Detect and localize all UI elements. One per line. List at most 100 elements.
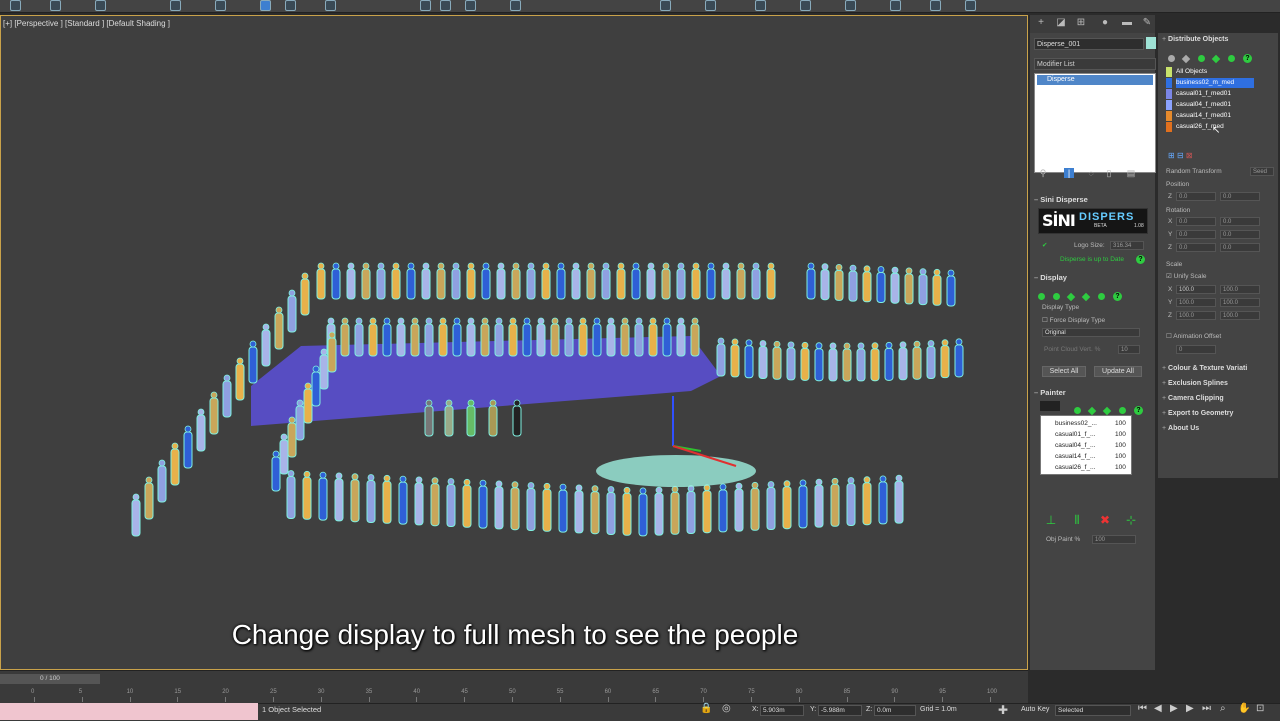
percent-snap-icon[interactable] <box>465 0 476 11</box>
position-z-min-field[interactable]: 0.0 <box>1176 192 1216 201</box>
painter-diamond-icon[interactable] <box>1102 406 1112 416</box>
render-setup-icon[interactable] <box>845 0 856 11</box>
rotation-x-min-field[interactable]: 0.0 <box>1176 217 1216 226</box>
display-tab-icon[interactable]: ▬ <box>1122 18 1132 28</box>
distribute-object-item[interactable]: casual14_f_med01 <box>1176 111 1231 121</box>
distribute-dot-icon[interactable] <box>1228 55 1235 63</box>
display-mode-dropdown[interactable]: Original <box>1042 328 1140 337</box>
angle-snap-icon[interactable] <box>440 0 451 11</box>
logo-size-field[interactable]: 316.34 <box>1110 241 1144 250</box>
display-dot-icon[interactable] <box>1038 293 1045 301</box>
point-cloud-field[interactable]: 10 <box>1118 345 1140 354</box>
exclusion-splines-section[interactable]: Exclusion Splines <box>1162 380 1228 387</box>
distribute-object-item[interactable]: casual01_f_med01 <box>1176 89 1231 99</box>
region-select-icon[interactable] <box>215 0 226 11</box>
scale-icon[interactable] <box>325 0 336 11</box>
select-all-button[interactable]: Select All <box>1042 366 1086 377</box>
go-to-start-icon[interactable]: ⏮ <box>1138 703 1147 714</box>
scale-z-max-field[interactable]: 100.0 <box>1220 311 1260 320</box>
pan-icon[interactable]: ✋ <box>1238 703 1250 714</box>
remove-object-icon[interactable]: ⊠ <box>1186 151 1193 160</box>
help-icon[interactable]: ? <box>1136 255 1145 264</box>
perspective-viewport[interactable]: [+] [Perspective ] [Standard ] [Default … <box>0 15 1028 670</box>
modifier-stack-item[interactable]: Disperse <box>1037 75 1153 85</box>
utilities-tab-icon[interactable]: ✎ <box>1142 18 1152 28</box>
distribute-diamond-icon[interactable] <box>1211 54 1221 64</box>
distribute-object-item[interactable]: All Objects <box>1176 67 1207 77</box>
painter-item-name[interactable]: casual26_f_... <box>1055 464 1095 471</box>
distribute-object-item[interactable]: casual04_f_med01 <box>1176 100 1231 110</box>
rotation-y-min-field[interactable]: 0.0 <box>1176 230 1216 239</box>
pin-stack-icon[interactable]: ⚲ <box>1038 168 1048 178</box>
seed-field[interactable]: Seed <box>1250 167 1274 176</box>
workspace-icon[interactable] <box>965 0 976 11</box>
modifier-stack[interactable]: Disperse <box>1034 73 1156 173</box>
add-time-tag-icon[interactable]: ✚ <box>998 703 1008 717</box>
painter-object-list[interactable]: business02_... 100 casual01_f_... 100 casu… <box>1040 415 1132 475</box>
painter-dot-icon[interactable] <box>1074 407 1081 415</box>
isolate-icon[interactable]: ◎ <box>722 703 731 714</box>
distribute-dot-icon[interactable] <box>1198 55 1205 63</box>
export-to-geometry-section[interactable]: Export to Geometry <box>1162 410 1233 417</box>
align-icon[interactable] <box>705 0 716 11</box>
painter-dot-icon[interactable] <box>1119 407 1126 415</box>
object-name-field[interactable]: Disperse_001 <box>1034 38 1144 50</box>
snap-icon[interactable] <box>420 0 431 11</box>
modify-tab-icon[interactable]: ◪ <box>1056 18 1066 28</box>
help-icon[interactable]: ? <box>1134 406 1143 416</box>
show-end-result-icon[interactable]: | <box>1064 168 1074 178</box>
distribute-object-item-selected[interactable]: business02_m_med <box>1176 78 1254 88</box>
display-rollout-header[interactable]: Display <box>1034 273 1154 283</box>
make-unique-icon[interactable]: ◌ <box>1086 168 1096 178</box>
z-coord-field[interactable]: 0.0m <box>874 705 916 716</box>
painter-item-name[interactable]: casual04_f_... <box>1055 442 1095 449</box>
rotation-x-max-field[interactable]: 0.0 <box>1220 217 1260 226</box>
add-object-icon[interactable]: ⊞ <box>1168 151 1175 160</box>
animation-offset-field[interactable]: 0 <box>1176 345 1216 354</box>
rotation-z-max-field[interactable]: 0.0 <box>1220 243 1260 252</box>
time-slider[interactable]: 0 / 100 <box>0 674 100 684</box>
remove-modifier-icon[interactable]: ▯ <box>1104 168 1114 178</box>
scale-y-min-field[interactable]: 100.0 <box>1176 298 1216 307</box>
erase-icon[interactable]: ✖ <box>1098 513 1112 527</box>
pick-object-icon[interactable]: ⊟ <box>1177 151 1184 160</box>
colour-texture-section[interactable]: Colour & Texture Variati <box>1162 365 1247 372</box>
rotate-icon[interactable] <box>285 0 296 11</box>
modifier-list-dropdown[interactable]: Modifier List <box>1034 58 1156 70</box>
spinner-snap-icon[interactable] <box>510 0 521 11</box>
painter-diamond-icon[interactable] <box>1087 406 1097 416</box>
display-diamond-icon[interactable] <box>1066 292 1076 302</box>
scale-z-min-field[interactable]: 100.0 <box>1176 311 1216 320</box>
scale-x-max-field[interactable]: 100.0 <box>1220 285 1260 294</box>
selected-set-dropdown[interactable]: Selected <box>1055 705 1131 716</box>
display-dot-icon[interactable] <box>1098 293 1105 301</box>
x-coord-field[interactable]: 5.903m <box>760 705 804 716</box>
motion-tab-icon[interactable]: ● <box>1100 18 1110 28</box>
render-icon[interactable] <box>930 0 941 11</box>
render-frame-icon[interactable] <box>890 0 901 11</box>
help-icon[interactable]: ? <box>1113 292 1122 302</box>
play-icon[interactable]: ▶ <box>1170 703 1178 714</box>
configure-modifier-sets-icon[interactable]: ▤ <box>1126 168 1136 178</box>
painter-rollout-header[interactable]: Painter <box>1034 388 1154 398</box>
paint-brush-icon[interactable]: ⊥ <box>1044 513 1058 527</box>
select-icon[interactable] <box>170 0 181 11</box>
painter-item-name[interactable]: casual01_f_... <box>1055 431 1095 438</box>
scale-y-max-field[interactable]: 100.0 <box>1220 298 1260 307</box>
mirror-icon[interactable] <box>660 0 671 11</box>
move-icon[interactable] <box>260 0 271 11</box>
undo-icon[interactable] <box>10 0 21 11</box>
camera-clipping-section[interactable]: Camera Clipping <box>1162 395 1224 402</box>
paint-add-icon[interactable]: ⊹ <box>1124 513 1138 527</box>
distribute-diamond-icon[interactable] <box>1181 54 1191 64</box>
sini-disperse-rollout-header[interactable]: Sini Disperse <box>1034 195 1154 205</box>
object-color-swatch[interactable] <box>1146 37 1156 49</box>
link-icon[interactable] <box>50 0 61 11</box>
rotation-y-max-field[interactable]: 0.0 <box>1220 230 1260 239</box>
about-us-section[interactable]: About Us <box>1162 425 1199 432</box>
distribute-dot-icon[interactable] <box>1168 55 1175 63</box>
material-editor-icon[interactable] <box>800 0 811 11</box>
maxscript-listener[interactable] <box>0 703 258 720</box>
help-icon[interactable]: ? <box>1243 54 1252 64</box>
obj-paint-field[interactable]: 100 <box>1092 535 1136 544</box>
